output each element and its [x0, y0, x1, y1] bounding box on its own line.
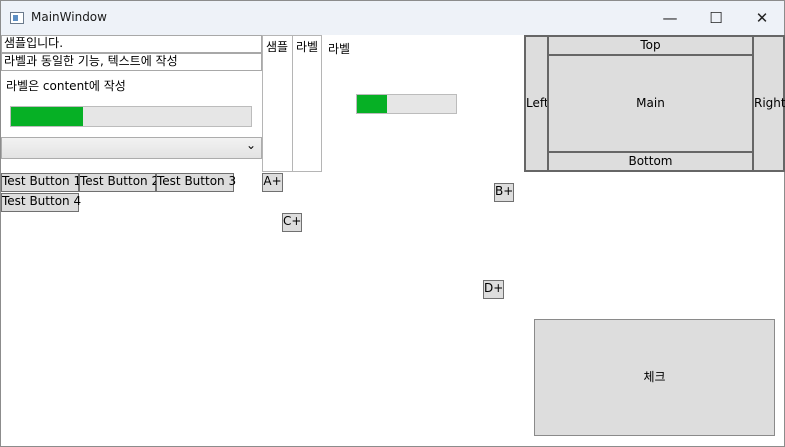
- window-title: MainWindow: [31, 10, 107, 24]
- maximize-button[interactable]: ☐: [693, 1, 739, 35]
- content-label: 라벨은 content에 작성: [6, 79, 126, 93]
- main-window: MainWindow — ☐ ✕ 샘플입니다. 라벨과 동일한 기능, 텍스트에…: [0, 0, 785, 447]
- combo-box[interactable]: ⌄: [1, 137, 262, 159]
- left-progress-fill: [11, 107, 83, 126]
- d-plus-button[interactable]: D+: [483, 280, 504, 299]
- canvas-progress-bar: [356, 94, 457, 114]
- test-button-4[interactable]: Test Button 4: [1, 193, 81, 212]
- dock-main: Main: [547, 54, 754, 153]
- canvas-progress-fill: [357, 95, 387, 113]
- test-button-1[interactable]: Test Button 1: [1, 173, 81, 192]
- c-plus-button[interactable]: C+: [282, 213, 302, 232]
- window-app-icon: [10, 12, 24, 24]
- label-column-label: 라벨: [296, 40, 319, 54]
- b-plus-button[interactable]: B+: [494, 183, 514, 202]
- test-button-3[interactable]: Test Button 3: [156, 173, 236, 192]
- test-button-2[interactable]: Test Button 2: [79, 173, 159, 192]
- title-bar[interactable]: MainWindow — ☐ ✕: [1, 1, 784, 35]
- canvas-label: 라벨: [328, 42, 351, 56]
- label-column: 라벨: [292, 35, 322, 172]
- minimize-button[interactable]: —: [647, 1, 693, 35]
- sample-column-label: 샘플: [266, 40, 289, 54]
- sample-textbox[interactable]: 샘플입니다.: [1, 35, 262, 53]
- left-progress-bar: [10, 106, 252, 127]
- dock-top: Top: [547, 35, 754, 56]
- sample-column: 샘플: [262, 35, 293, 172]
- label-like-textbox[interactable]: 라벨과 동일한 기능, 텍스트에 작성: [1, 53, 262, 71]
- dock-bottom: Bottom: [547, 151, 754, 172]
- a-plus-button[interactable]: A+: [262, 173, 283, 192]
- chevron-down-icon[interactable]: ⌄: [246, 138, 256, 152]
- close-button[interactable]: ✕: [739, 1, 785, 35]
- check-button[interactable]: 체크: [534, 319, 775, 436]
- dock-right: Right: [752, 35, 785, 172]
- dock-left: Left: [524, 35, 549, 172]
